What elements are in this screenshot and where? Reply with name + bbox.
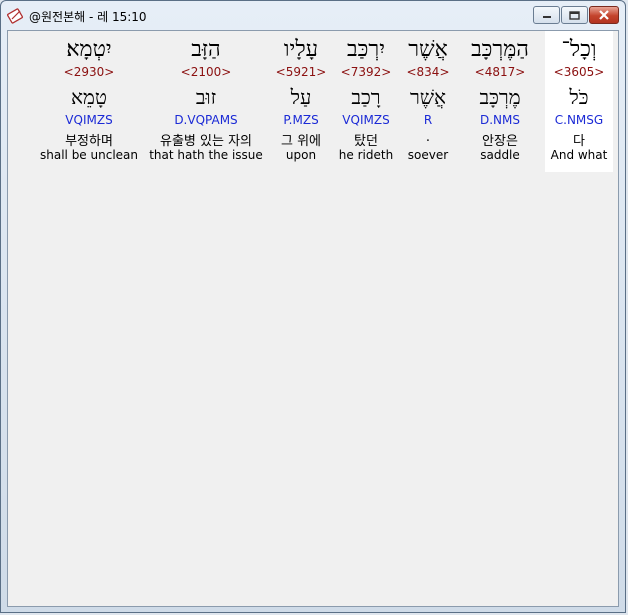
lemma: מֶרְכָּב: [479, 85, 521, 109]
hebrew-word: הַמֶּרְכָּב: [471, 37, 529, 62]
korean-gloss: 안장은: [482, 134, 518, 149]
hebrew-word: הַזָּב: [191, 37, 221, 62]
strong-number[interactable]: <4817>: [460, 65, 540, 79]
lemma: עַל: [290, 85, 312, 109]
lemma: זוּב: [195, 85, 217, 109]
english-gloss: saddle: [480, 148, 520, 162]
window-title: @원전본해 - 레 15:10: [29, 10, 147, 24]
word-columns: וְכָל־ <3605> כֹּל C.NMSG 다 And what הַמ…: [8, 31, 618, 181]
word-column-7[interactable]: יִטְמָא׃ <2930> טָמֵא VQIMZS 부정하며 shall …: [36, 31, 142, 172]
hebrew-word: יִטְמָא׃: [66, 37, 112, 62]
hebrew-word: וְכָל־: [561, 37, 597, 62]
close-button[interactable]: [589, 6, 619, 24]
parsing-code: D.NMS: [479, 113, 520, 127]
strong-number[interactable]: <2100>: [144, 65, 268, 79]
strong-number[interactable]: <2930>: [36, 65, 142, 79]
title-bar[interactable]: @원전본해 - 레 15:10: [1, 1, 625, 31]
word-column-3[interactable]: אֲשֶׁר <834> אֲשֶׁר R . soever: [400, 31, 456, 172]
hebrew-word: יִרְכַּב: [347, 37, 385, 62]
lemma: כֹּל: [569, 85, 589, 109]
lemma: אֲשֶׁר: [410, 85, 446, 109]
english-gloss: shall be unclean: [40, 148, 138, 162]
minimize-button[interactable]: [533, 6, 560, 24]
lemma: טָמֵא: [71, 85, 107, 109]
lemma: רָכַב: [351, 85, 381, 109]
strong-number[interactable]: <5921>: [270, 65, 332, 79]
parsing-code: C.NMSG: [554, 113, 604, 127]
parsing-code: P.MZS: [283, 113, 319, 127]
strong-number[interactable]: <834>: [400, 65, 456, 79]
strong-number[interactable]: <7392>: [334, 65, 398, 79]
parsing-code: D.VQPAMS: [174, 113, 238, 127]
english-gloss: he rideth: [338, 148, 394, 162]
hebrew-word: עָלָיו: [283, 37, 319, 62]
korean-gloss: 그 위에: [280, 134, 321, 149]
korean-gloss: 부정하며: [65, 134, 113, 149]
maximize-button[interactable]: [561, 6, 588, 24]
interlinear-panel[interactable]: וְכָל־ <3605> כֹּל C.NMSG 다 And what הַמ…: [7, 30, 619, 607]
minimize-icon: [542, 16, 551, 18]
word-column-2[interactable]: הַמֶּרְכָּב <4817> מֶרְכָּב D.NMS 안장은 sa…: [460, 31, 540, 172]
english-gloss: soever: [407, 148, 449, 162]
english-gloss: And what: [550, 148, 608, 162]
korean-gloss: 탔던: [354, 134, 378, 149]
word-column-4[interactable]: יִרְכַּב <7392> רָכַב VQIMZS 탔던 he ridet…: [334, 31, 398, 172]
strong-number[interactable]: <3605>: [545, 65, 613, 79]
word-column-6[interactable]: הַזָּב <2100> זוּב D.VQPAMS 유출병 있는 자의 th…: [144, 31, 268, 172]
korean-gloss: 다: [573, 134, 585, 149]
english-gloss: upon: [285, 148, 317, 162]
parsing-code: VQIMZS: [65, 113, 113, 127]
main-window: @원전본해 - 레 15:10 וְכָל־ <3605> כֹּל C.NMS…: [0, 0, 626, 613]
word-column-1[interactable]: וְכָל־ <3605> כֹּל C.NMSG 다 And what: [545, 31, 613, 172]
close-icon: [599, 10, 609, 20]
parsing-code: VQIMZS: [342, 113, 390, 127]
maximize-icon: [569, 10, 580, 20]
korean-gloss: 유출병 있는 자의: [160, 134, 252, 149]
app-icon: [7, 8, 23, 24]
hebrew-word: אֲשֶׁר: [408, 37, 448, 62]
english-gloss: that hath the issue: [149, 148, 263, 162]
word-column-5[interactable]: עָלָיו <5921> עַל P.MZS 그 위에 upon: [270, 31, 332, 172]
parsing-code: R: [423, 113, 433, 127]
korean-gloss: .: [425, 130, 431, 145]
